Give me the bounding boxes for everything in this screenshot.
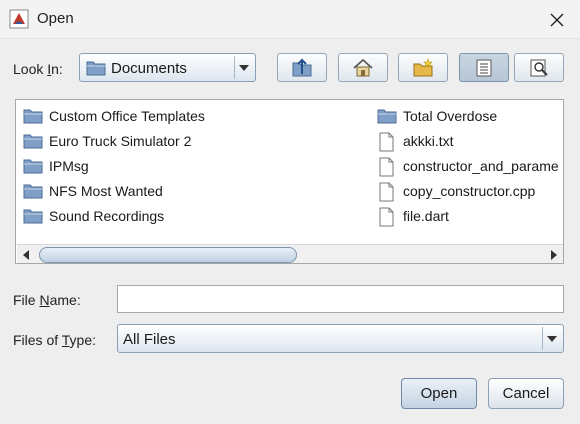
folder-icon bbox=[377, 109, 397, 124]
chevron-down-icon bbox=[547, 336, 557, 342]
new-folder-icon bbox=[413, 57, 433, 76]
file-list[interactable]: Custom Office Templates Euro Truck Simula… bbox=[15, 99, 564, 264]
details-view-icon bbox=[530, 59, 548, 76]
file-name-label: File Name: bbox=[13, 292, 81, 308]
cancel-button[interactable]: Cancel bbox=[488, 378, 564, 409]
item-label: Euro Truck Simulator 2 bbox=[49, 133, 192, 149]
item-label: Total Overdose bbox=[403, 108, 498, 124]
folder-icon bbox=[86, 61, 106, 76]
new-folder-button[interactable] bbox=[398, 53, 448, 82]
scroll-left-icon[interactable] bbox=[21, 249, 31, 261]
files-of-type-value: All Files bbox=[123, 331, 176, 348]
file-icon bbox=[379, 157, 394, 177]
item-label: Sound Recordings bbox=[49, 208, 165, 224]
item-label: file.dart bbox=[403, 208, 449, 224]
look-in-value: Documents bbox=[111, 60, 187, 77]
files-of-type-combo[interactable]: All Files bbox=[117, 324, 564, 353]
horizontal-scrollbar[interactable] bbox=[17, 244, 563, 263]
home-button[interactable] bbox=[338, 53, 388, 82]
scroll-right-icon[interactable] bbox=[549, 249, 559, 261]
java-app-icon bbox=[9, 9, 29, 29]
item-label: Custom Office Templates bbox=[49, 108, 205, 124]
list-view-icon bbox=[476, 59, 492, 76]
folder-icon bbox=[23, 109, 43, 124]
title-bar bbox=[0, 0, 580, 39]
chevron-down-icon bbox=[239, 65, 249, 71]
window-title: Open bbox=[37, 10, 74, 27]
home-icon bbox=[353, 58, 373, 76]
up-one-level-button[interactable] bbox=[277, 53, 327, 82]
file-name-input[interactable] bbox=[117, 285, 564, 313]
close-icon[interactable] bbox=[546, 9, 568, 31]
files-of-type-label: Files of Type: bbox=[13, 332, 97, 348]
folder-icon bbox=[23, 134, 43, 149]
files-of-type-dropdown-button[interactable] bbox=[542, 327, 561, 350]
item-label: IPMsg bbox=[49, 158, 89, 174]
look-in-label: Look In: bbox=[13, 61, 63, 77]
up-one-level-icon bbox=[292, 58, 312, 76]
list-view-button[interactable] bbox=[459, 53, 509, 82]
item-label: copy_constructor.cpp bbox=[403, 183, 536, 199]
file-icon bbox=[379, 132, 394, 152]
item-label: akkki.txt bbox=[403, 133, 454, 149]
scrollbar-thumb[interactable] bbox=[39, 247, 297, 263]
file-icon bbox=[379, 207, 394, 227]
folder-icon bbox=[23, 159, 43, 174]
look-in-combo[interactable]: Documents bbox=[79, 53, 256, 82]
item-label: NFS Most Wanted bbox=[49, 183, 163, 199]
folder-icon bbox=[23, 209, 43, 224]
folder-icon bbox=[23, 184, 43, 199]
item-label: constructor_and_parame bbox=[403, 158, 559, 174]
file-icon bbox=[379, 182, 394, 202]
details-view-button[interactable] bbox=[514, 53, 564, 82]
look-in-dropdown-button[interactable] bbox=[234, 56, 253, 79]
open-button[interactable]: Open bbox=[401, 378, 477, 409]
